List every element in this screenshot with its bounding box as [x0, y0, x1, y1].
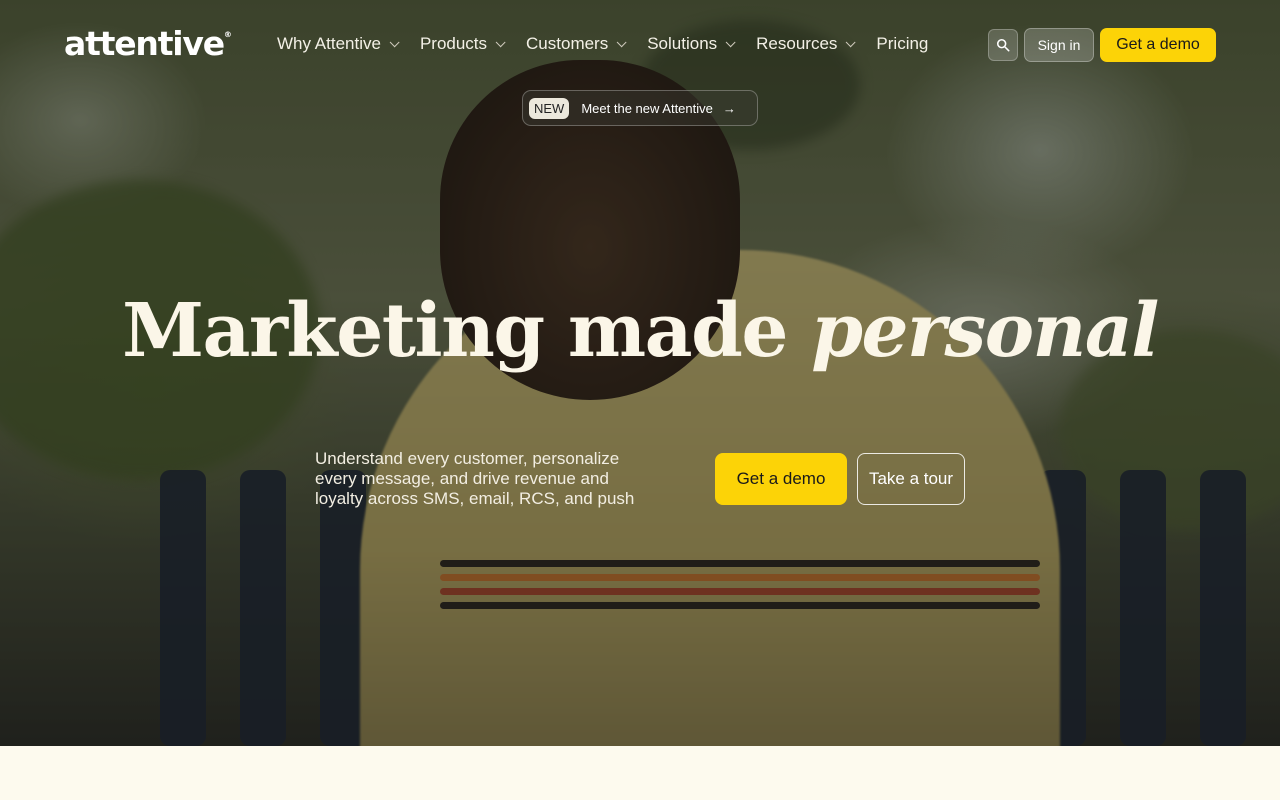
nav-get-demo-button[interactable]: Get a demo — [1100, 28, 1216, 62]
hero-get-demo-button[interactable]: Get a demo — [715, 453, 847, 505]
headline-main: Marketing made — [122, 288, 812, 374]
nav-item-label: Solutions — [647, 34, 718, 53]
announcement-pill[interactable]: NEW Meet the new Attentive → — [522, 90, 758, 126]
nav-item-label: Customers — [526, 34, 609, 53]
search-button[interactable] — [988, 29, 1018, 61]
nav-item-customers[interactable]: Customers — [526, 34, 627, 54]
new-badge: NEW — [529, 97, 570, 119]
headline-italic: personal — [811, 288, 1159, 374]
chevron-down-icon — [495, 36, 506, 47]
chevron-down-icon — [846, 36, 856, 47]
nav-item-why-attentive[interactable]: Why Attentive — [277, 34, 400, 54]
arrow-right-icon: → — [722, 100, 736, 116]
nav-item-resources[interactable]: Resources — [756, 34, 856, 54]
nav-item-label: Products — [419, 34, 488, 53]
nav-item-label: Why Attentive — [277, 34, 381, 53]
search-icon — [996, 38, 1010, 52]
chevron-down-icon — [389, 36, 400, 47]
hero-subtext: Understand every customer, personalize e… — [315, 449, 635, 508]
nav-item-products[interactable]: Products — [419, 34, 506, 54]
top-navigation: attentive® Why Attentive Products Custom… — [0, 0, 1280, 90]
logo-text: attentive — [64, 24, 225, 63]
nav-item-label: Resources — [756, 34, 838, 53]
nav-links: Why Attentive Products Customers Solutio… — [277, 34, 952, 54]
chevron-down-icon — [616, 36, 627, 47]
sign-in-button[interactable]: Sign in — [1024, 28, 1094, 62]
nav-item-label: Pricing — [876, 34, 929, 53]
nav-item-pricing[interactable]: Pricing — [876, 34, 928, 54]
logo-registered-mark: ® — [223, 30, 232, 39]
attentive-logo[interactable]: attentive® — [64, 24, 232, 63]
take-tour-button[interactable]: Take a tour — [857, 453, 965, 505]
next-section — [0, 746, 1280, 800]
chevron-down-icon — [725, 36, 736, 47]
nav-item-solutions[interactable]: Solutions — [647, 34, 736, 54]
hero-headline: Marketing made personal — [0, 288, 1280, 374]
announcement-text: Meet the new Attentive — [581, 100, 713, 116]
